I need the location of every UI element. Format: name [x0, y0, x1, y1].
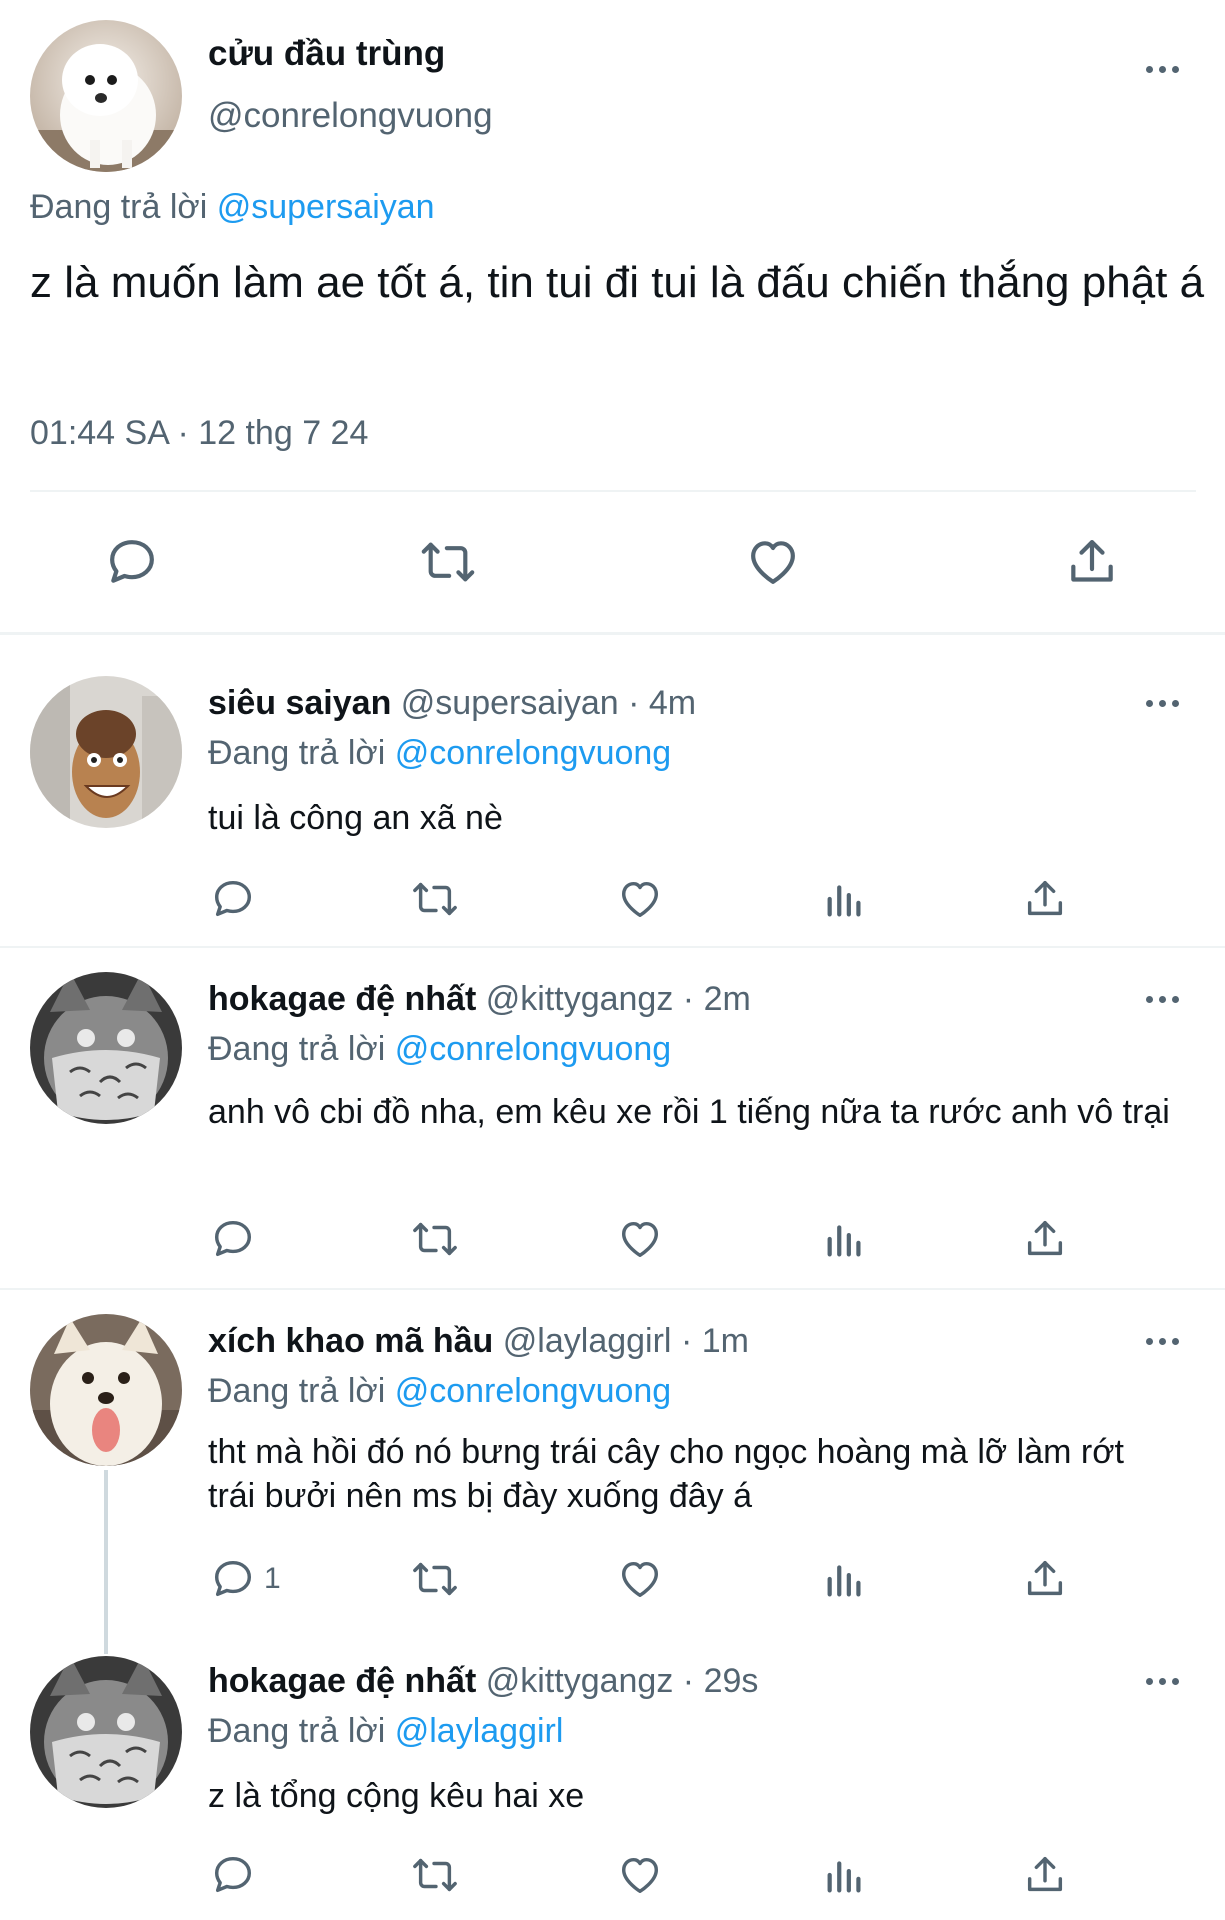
- like-icon[interactable]: [616, 1216, 664, 1262]
- display-name[interactable]: xích khao mã hầu: [208, 1322, 493, 1360]
- reply-to-link[interactable]: @supersaiyan: [217, 188, 435, 226]
- handle[interactable]: @kittygangz: [486, 1662, 674, 1700]
- reply-prefix: Đang trả lời: [208, 1372, 386, 1410]
- tweet-timestamp[interactable]: 01:44 SA · 12 thg 7 24: [30, 414, 368, 453]
- reply-context: Đang trả lời @supersaiyan: [30, 188, 435, 227]
- avatar-white-poodle[interactable]: [30, 20, 182, 172]
- like-icon[interactable]: [616, 876, 664, 922]
- like-icon[interactable]: [616, 1852, 664, 1898]
- reply-icon[interactable]: [104, 534, 160, 590]
- views-icon[interactable]: [822, 1216, 868, 1262]
- reply-prefix: Đang trả lời: [208, 734, 386, 772]
- handle[interactable]: @kittygangz: [486, 980, 674, 1018]
- avatar-masked-cat[interactable]: [30, 1656, 182, 1808]
- avatar-white-dog[interactable]: [30, 1314, 182, 1466]
- share-icon[interactable]: [1022, 1852, 1068, 1898]
- section-divider: [0, 632, 1225, 635]
- reply-to-link[interactable]: @conrelongvuong: [395, 1030, 671, 1068]
- reply-age[interactable]: · 1m: [681, 1322, 749, 1360]
- retweet-icon[interactable]: [418, 534, 478, 590]
- reply-age[interactable]: · 29s: [683, 1662, 759, 1700]
- reply-text: tui là công an xã nè: [208, 799, 503, 837]
- handle[interactable]: @supersaiyan: [401, 684, 619, 722]
- reply-to-link[interactable]: @laylaggirl: [395, 1712, 564, 1750]
- display-name[interactable]: cửu đầu trùng: [208, 34, 445, 74]
- views-icon[interactable]: [822, 1852, 868, 1898]
- reply-context: Đang trả lời @conrelongvuong: [208, 734, 671, 773]
- grinning-puppet-avatar: [30, 676, 182, 828]
- reply-to-link[interactable]: @conrelongvuong: [395, 1372, 671, 1410]
- retweet-icon[interactable]: [410, 876, 460, 922]
- masked-cat-avatar: [30, 1656, 182, 1808]
- display-name[interactable]: siêu saiyan: [208, 684, 391, 722]
- reply-icon[interactable]: [210, 1216, 264, 1262]
- white-dog-avatar: [30, 1314, 182, 1466]
- reply-prefix: Đang trả lời: [208, 1712, 386, 1750]
- more-options-icon[interactable]: [1142, 1674, 1182, 1688]
- like-icon[interactable]: [616, 1556, 664, 1602]
- more-options-icon[interactable]: [1142, 992, 1182, 1006]
- reply-header: siêu saiyan @supersaiyan · 4m: [208, 684, 696, 723]
- reply-count: 1: [264, 1562, 281, 1595]
- reply-text: anh vô cbi đồ nha, em kêu xe rồi 1 tiếng…: [208, 1093, 1170, 1131]
- handle[interactable]: @conrelongvuong: [208, 96, 493, 136]
- masked-cat-avatar: [30, 972, 182, 1124]
- reply-text: z là tổng cộng kêu hai xe: [208, 1777, 585, 1815]
- reply-icon[interactable]: [210, 1852, 264, 1898]
- reply-age[interactable]: · 2m: [683, 980, 751, 1018]
- retweet-icon[interactable]: [410, 1216, 460, 1262]
- reply-to-link[interactable]: @conrelongvuong: [395, 734, 671, 772]
- thread-line: [104, 1470, 108, 1654]
- reply-prefix: Đang trả lời: [30, 188, 208, 226]
- reply-header: hokagae đệ nhất @kittygangz · 2m: [208, 980, 751, 1019]
- reply-context: Đang trả lời @conrelongvuong: [208, 1372, 671, 1411]
- reply-context: Đang trả lời @conrelongvuong: [208, 1030, 671, 1069]
- handle[interactable]: @laylaggirl: [503, 1322, 672, 1360]
- retweet-icon[interactable]: [410, 1556, 460, 1602]
- reply-divider: [0, 946, 1225, 948]
- reply-header: hokagae đệ nhất @kittygangz · 29s: [208, 1662, 758, 1701]
- like-icon[interactable]: [744, 534, 802, 590]
- avatar-grinning-puppet[interactable]: [30, 676, 182, 828]
- reply-header: xích khao mã hầu @laylaggirl · 1m: [208, 1322, 749, 1361]
- avatar-masked-cat[interactable]: [30, 972, 182, 1124]
- divider: [30, 490, 1196, 492]
- share-icon[interactable]: [1064, 534, 1120, 590]
- more-options-icon[interactable]: [1142, 62, 1182, 76]
- reply-prefix: Đang trả lời: [208, 1030, 386, 1068]
- reply-divider: [0, 1288, 1225, 1290]
- more-options-icon[interactable]: [1142, 696, 1182, 710]
- share-icon[interactable]: [1022, 876, 1068, 922]
- display-name[interactable]: hokagae đệ nhất: [208, 1662, 476, 1700]
- tweet-text: z là muốn làm ae tốt á, tin tui đi tui l…: [30, 258, 1205, 307]
- share-icon[interactable]: [1022, 1216, 1068, 1262]
- white-poodle-avatar: [30, 20, 182, 172]
- reply-age[interactable]: · 4m: [628, 684, 696, 722]
- display-name[interactable]: hokagae đệ nhất: [208, 980, 476, 1018]
- views-icon[interactable]: [822, 876, 868, 922]
- views-icon[interactable]: [822, 1556, 868, 1602]
- retweet-icon[interactable]: [410, 1852, 460, 1898]
- reply-icon[interactable]: 1: [210, 1556, 281, 1602]
- reply-text: tht mà hồi đó nó bưng trái cây cho ngọc …: [208, 1433, 1124, 1515]
- reply-context: Đang trả lời @laylaggirl: [208, 1712, 563, 1751]
- share-icon[interactable]: [1022, 1556, 1068, 1602]
- more-options-icon[interactable]: [1142, 1334, 1182, 1348]
- reply-icon[interactable]: [210, 876, 264, 922]
